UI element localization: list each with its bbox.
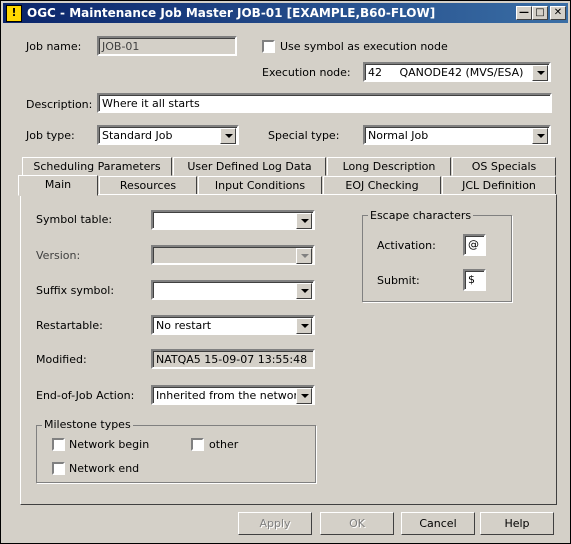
suffix-symbol-label: Suffix symbol: [36, 284, 115, 297]
tab-input-conditions[interactable]: Input Conditions [198, 176, 322, 195]
execution-node-select[interactable]: 42 QANODE42 (MVS/ESA) [363, 62, 551, 82]
job-master-window: ! OGC - Maintenance Job Master JOB-01 [E… [0, 0, 571, 544]
chevron-down-icon[interactable] [296, 283, 312, 299]
minimize-button[interactable]: — [516, 6, 532, 20]
modified-label: Modified: [36, 353, 87, 366]
tab-eoj-checking[interactable]: EOJ Checking [323, 176, 441, 195]
app-icon[interactable]: ! [6, 5, 22, 22]
symbol-table-label: Symbol table: [36, 213, 113, 226]
title-bar[interactable]: ! OGC - Maintenance Job Master JOB-01 [E… [3, 3, 568, 23]
submit-label: Submit: [377, 274, 420, 287]
network-begin-label: Network begin [69, 438, 150, 451]
use-symbol-checkbox[interactable] [262, 40, 275, 53]
execution-node-value: 42 QANODE42 (MVS/ESA) [368, 66, 524, 79]
special-type-select[interactable]: Normal Job [363, 125, 551, 145]
submit-value: $ [468, 273, 475, 286]
escape-characters-group [362, 215, 512, 302]
chevron-down-icon[interactable] [296, 388, 312, 404]
chevron-down-icon[interactable] [296, 213, 312, 229]
tab-scheduling-parameters[interactable]: Scheduling Parameters [22, 157, 172, 176]
tab-user-defined-log-data[interactable]: User Defined Log Data [173, 157, 326, 176]
tab-resources[interactable]: Resources [99, 176, 197, 195]
job-name-field: JOB-01 [97, 36, 237, 56]
chevron-down-icon[interactable] [532, 65, 548, 81]
chevron-down-icon [296, 248, 312, 264]
network-end-label: Network end [69, 462, 140, 475]
restartable-select[interactable]: No restart [151, 315, 315, 335]
execution-node-label: Execution node: [262, 66, 351, 79]
chevron-down-icon[interactable] [532, 128, 548, 144]
escape-characters-title: Escape characters [368, 209, 474, 222]
window-title: OGC - Maintenance Job Master JOB-01 [EXA… [27, 6, 436, 20]
tab-main[interactable]: Main [18, 175, 98, 196]
job-name-value: JOB-01 [102, 40, 140, 53]
eoj-action-label: End-of-Job Action: [36, 389, 135, 402]
tab-os-specials[interactable]: OS Specials [452, 157, 556, 176]
modified-value: NATQA5 15-09-07 13:55:48 [156, 353, 308, 366]
activation-input[interactable]: @ [463, 234, 486, 256]
suffix-symbol-select[interactable] [151, 280, 315, 300]
restartable-value: No restart [156, 319, 212, 332]
help-button[interactable]: Help [480, 512, 554, 535]
activation-value: @ [468, 238, 479, 251]
job-type-value: Standard Job [102, 129, 173, 142]
job-name-label: Job name: [26, 40, 82, 53]
tab-jcl-definition[interactable]: JCL Definition [442, 176, 556, 195]
other-checkbox[interactable] [191, 438, 204, 451]
close-button[interactable]: ✕ [550, 6, 566, 20]
other-label: other [209, 438, 239, 451]
symbol-table-select[interactable] [151, 210, 315, 230]
job-type-label: Job type: [26, 129, 75, 142]
special-type-value: Normal Job [368, 129, 429, 142]
chevron-down-icon[interactable] [296, 318, 312, 334]
activation-label: Activation: [377, 239, 436, 252]
cancel-button[interactable]: Cancel [401, 512, 475, 535]
milestone-types-title: Milestone types [42, 418, 133, 431]
version-select [151, 245, 315, 265]
use-symbol-label: Use symbol as execution node [280, 40, 448, 53]
description-value: Where it all starts [102, 97, 200, 110]
modified-field: NATQA5 15-09-07 13:55:48 [151, 349, 315, 369]
apply-button[interactable]: Apply [238, 512, 312, 535]
network-end-checkbox[interactable] [52, 462, 65, 475]
network-begin-checkbox[interactable] [52, 438, 65, 451]
eoj-action-select[interactable]: Inherited from the network [151, 385, 315, 405]
version-label: Version: [36, 249, 81, 262]
restartable-label: Restartable: [36, 319, 103, 332]
description-input[interactable]: Where it all starts [97, 93, 552, 113]
ok-button[interactable]: OK [320, 512, 394, 535]
tab-long-description[interactable]: Long Description [327, 157, 451, 176]
submit-input[interactable]: $ [463, 269, 486, 291]
special-type-label: Special type: [268, 129, 340, 142]
maximize-button[interactable]: □ [532, 6, 548, 20]
job-type-select[interactable]: Standard Job [97, 125, 239, 145]
description-label: Description: [26, 98, 93, 111]
chevron-down-icon[interactable] [220, 128, 236, 144]
eoj-action-value: Inherited from the network [156, 389, 305, 402]
